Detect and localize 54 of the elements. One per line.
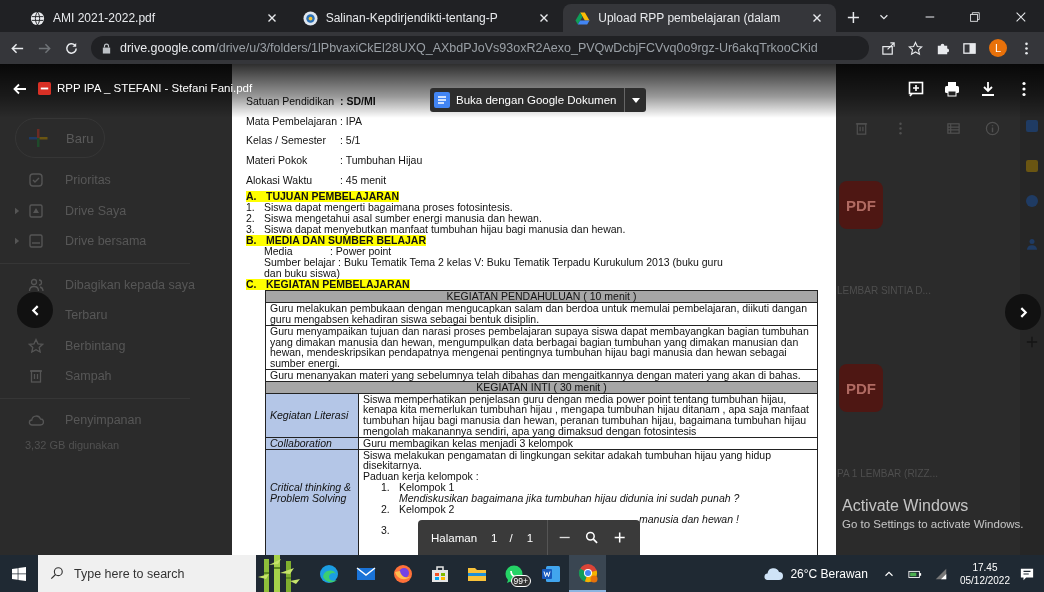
profile-avatar[interactable]: L: [989, 39, 1007, 57]
clock-date[interactable]: 05/12/2022: [959, 573, 1010, 587]
list-item: 1. Kelompok 1: [380, 482, 455, 493]
file-thumbnail[interactable]: PDF: [839, 181, 883, 229]
activation-title: Activate Windows: [842, 497, 970, 515]
list-item: 2. Siswa mengetahui asal sumber energi manusia dan hewan.: [246, 213, 542, 225]
list-item: 1. Siswa dapat mengerti bagaimana proses fotosintesis.: [246, 202, 513, 214]
notification-badge: 99+: [510, 575, 531, 587]
activation-hint: Go to Settings to activate Windows.: [842, 518, 1024, 530]
section-heading: A. TUJUAN PEMBELAJARAN: [246, 191, 399, 203]
field-value: : IPA: [340, 114, 362, 127]
field-value: : Tumbuhan Hijau: [340, 153, 423, 166]
file-thumbnail[interactable]: PDF: [839, 364, 883, 412]
section-heading: C. KEGIATAN PEMBELAJARAN: [246, 279, 410, 291]
task-note: manusia dan hewan !: [639, 513, 739, 526]
page-separator: /: [509, 531, 513, 544]
table-text: Guru melakukan pembukaan dengan mengucapkan salam dan berdoa untuk memulai pembelajaran, diikuti dangan guru mengabsen kehadiran siswa sebagai bentuk disiplin.: [270, 303, 808, 325]
table-text: Siswa memperhatikan penjelasan guru dengan media power point tentang tumbuhan hijau, kenapa kita memerlukan tumbuhan hijau , mengapa tumbuhan hijau ditanam , apa saja manfaat tumbuhan hijau bagi manusia dan hewan, peranan tumbuhan hijau, bagaimana tumbuhan hijau mengolah makanannya sendiri, apa yang dimaksud dengan fotosintesis: [363, 393, 810, 437]
row-label-cell: Critical thinking & Problem Solving: [265, 449, 359, 555]
address-bar[interactable]: drive.google.com/drive/u/3/folders/1lPbvaxiCkEl28UXQ_AXbdPJoVs93oxR2Aexo_PVQwDcbjFCVvq0o9rgz-Ur6akqTrkooCKid: [91, 36, 869, 60]
open-with-button[interactable]: Buka dengan Google Dokumen: [430, 88, 625, 112]
table-heading: KEGIATAN PENDAHULUAN ( 10 menit ): [265, 290, 818, 303]
taskbar-button[interactable]: 99+: [495, 555, 532, 592]
search-field[interactable]: Type here to search: [38, 555, 256, 592]
table-text: Siswa melakukan pengamatan di lingkungan sekitar adakah tumbuhan hijau yang hidup disekitarnya.: [363, 449, 773, 472]
field-label: Materi Pokok: [246, 153, 309, 166]
list-item: 2. Kelompok 2: [380, 503, 456, 515]
page-label: Halaman: [431, 531, 478, 544]
page-total: 1: [526, 531, 534, 544]
field-label: Mata Pembelajaran: [246, 114, 339, 127]
table-text: Guru menyampaikan tujuan dan narasi proses pembelajaran supaya siswa dapat membayangkan bagian tumbuhan yang dimakan manusia dan hewan, mengumpulkan data berbagai bagian tumbuhan yang dimakan manusian dan hewan, mendeskripsikan pendapatnya mengenai pentingnya tumbuhan hijau bagi manusia dan hewan sebagai sumber energi.: [270, 325, 810, 369]
paragraph: Sumber belajar : Buku Tematik Tema 2 kelas V: Buku Tematik Terpadu Kurukulum 2013 (buku guru dan buku siswa): [264, 257, 724, 280]
field-label: Alokasi Waktu: [246, 173, 314, 186]
browser-tab[interactable]: Upload RPP pembelajaran (dalam: [563, 4, 836, 32]
section-heading: B. MEDIA DAN SUMBER BELAJAR: [246, 235, 427, 247]
field-value: : 45 menit: [340, 173, 387, 186]
table-text: Guru menanyakan materi yang sebelumnya telah dibahas dan mengaitkannya dengan materi yang akan di bahas.: [270, 370, 802, 381]
field-value: : 5/1: [340, 134, 361, 147]
table-text: Guru membagikan kelas menjadi 3 kelompok: [363, 437, 575, 449]
table-text: Paduan kerja kelompok :: [363, 471, 480, 482]
clock-time[interactable]: 17.45: [972, 560, 998, 574]
row-label-cell: Kegiatan Literasi: [265, 393, 359, 438]
browser-tab[interactable]: AMI 2021-2022.pdf: [18, 4, 291, 32]
task-note: Mendiskusikan bagaimana jika tumbuhan hijau didunia ini sudah punah ?: [398, 492, 741, 504]
field-value: : SD/MI: [340, 94, 376, 107]
browser-tab[interactable]: Salinan-Kepdirjendikti-tentang-P: [290, 4, 564, 32]
page-number-field[interactable]: 1: [491, 531, 498, 544]
media-line: Media : Power point: [264, 246, 392, 258]
file-title: RPP IPA _ STEFANI - Stefani Fani.pdf: [57, 81, 253, 96]
list-item: 3. Siswa dapat menyebutkan manfaat tumbuhan hijau bagi manusia dan hewan.: [246, 224, 627, 236]
list-number: 3.: [381, 525, 390, 536]
field-label: Satuan Pendidikan: [246, 94, 336, 107]
weather-text[interactable]: 26°C Berawan: [790, 566, 868, 581]
field-label: Kelas / Semester: [246, 134, 327, 147]
